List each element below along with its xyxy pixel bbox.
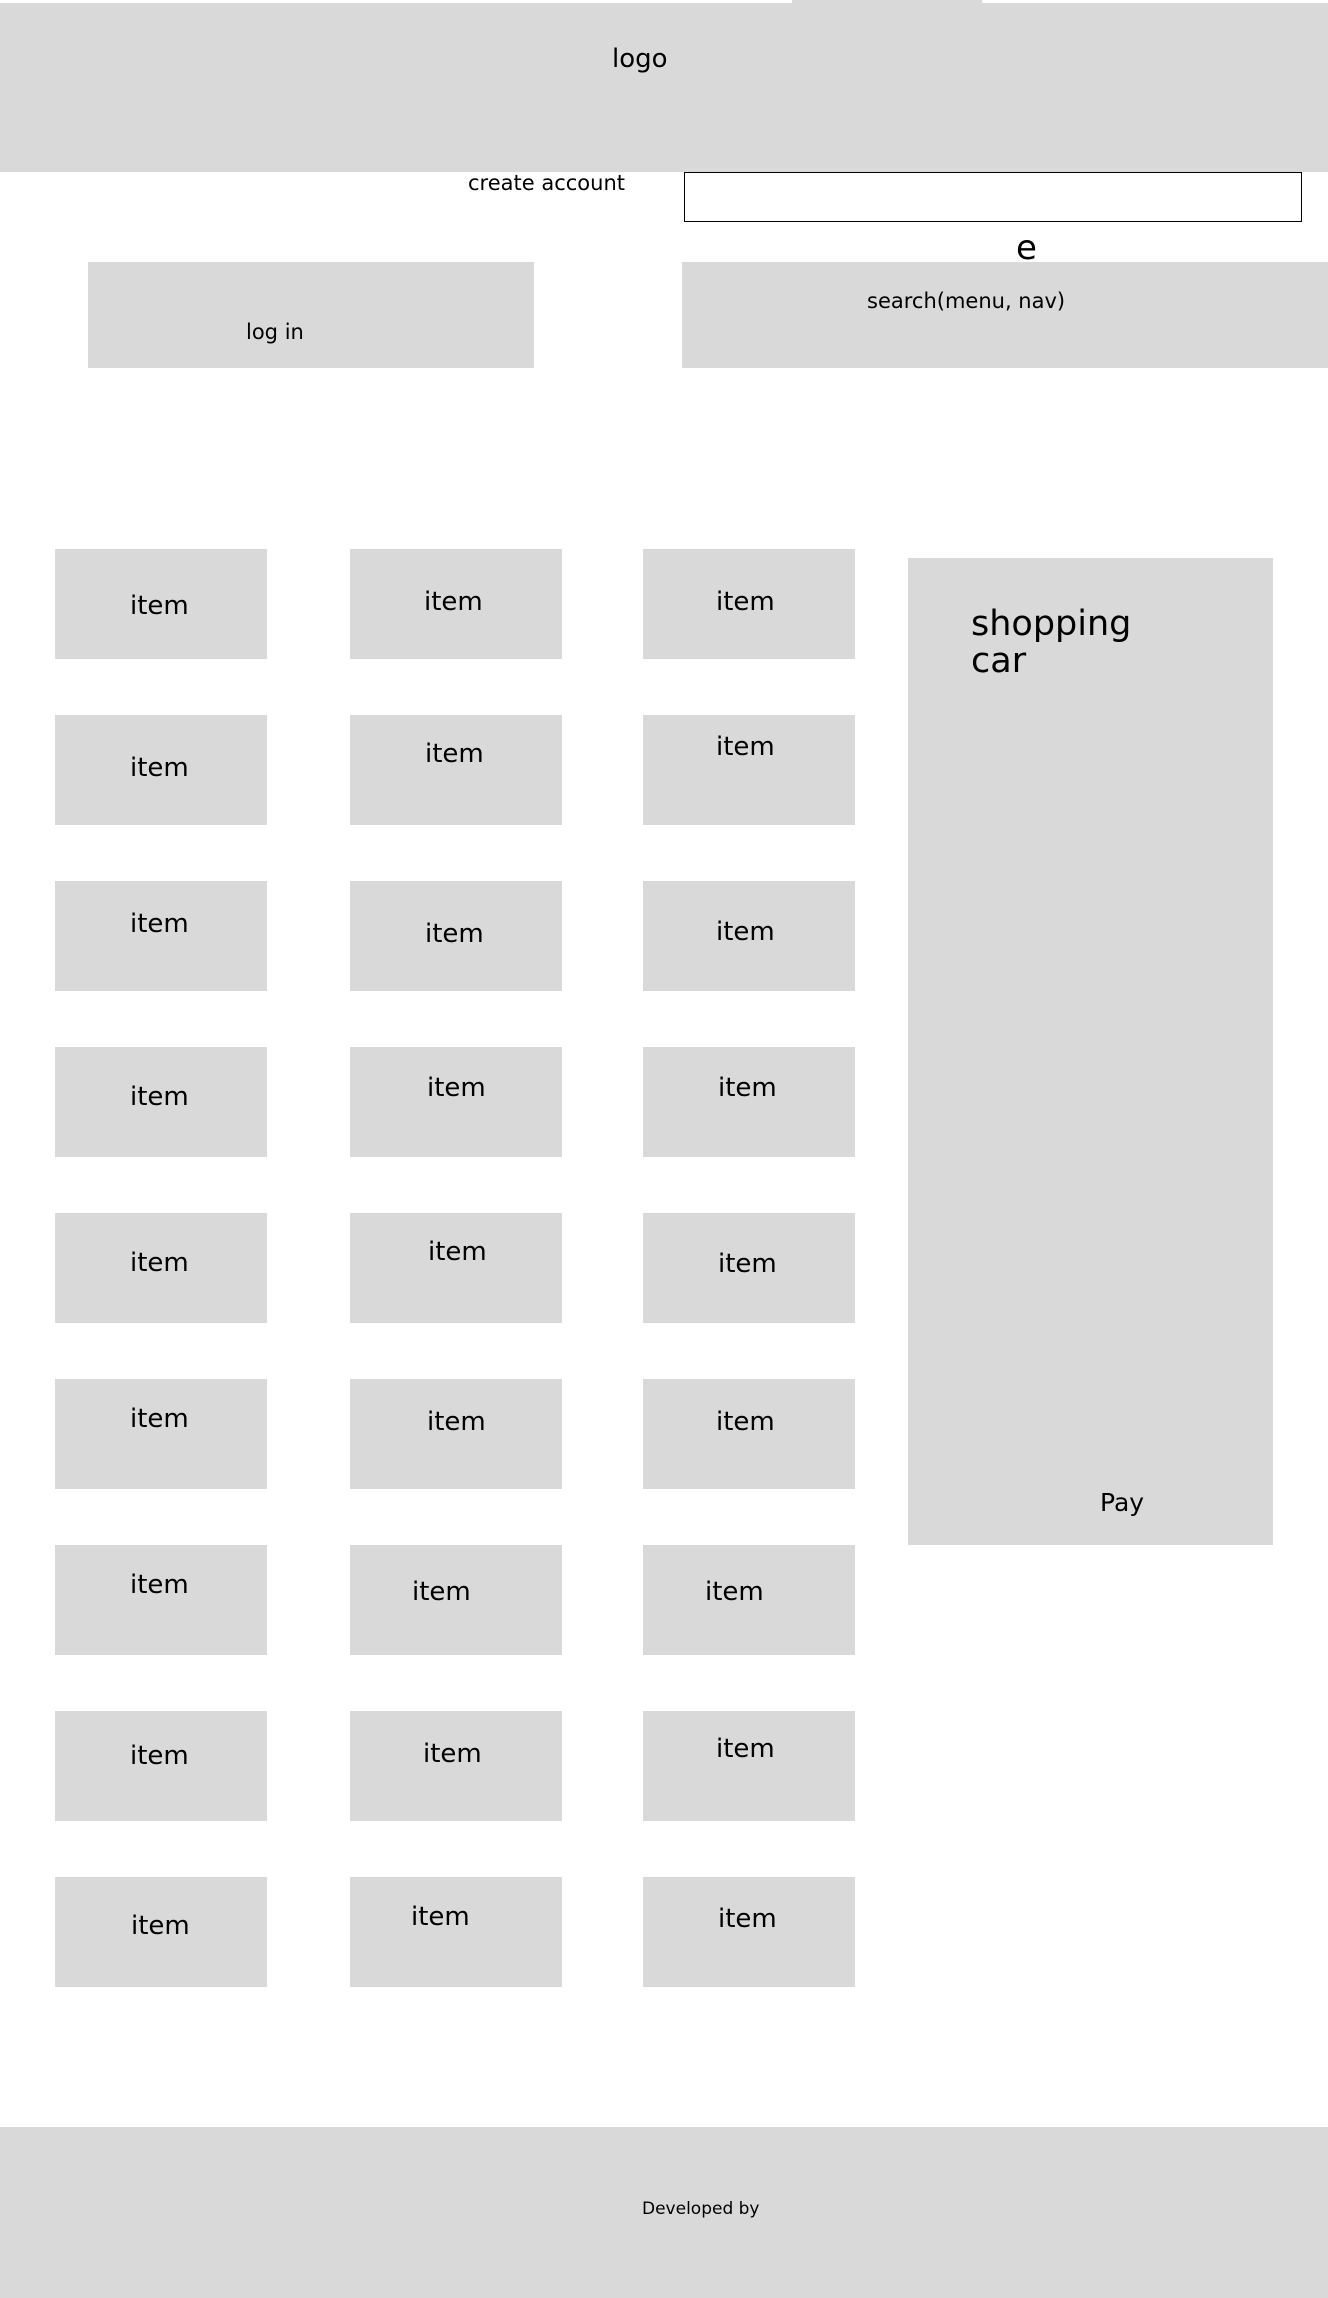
item-card-label: item (423, 1739, 482, 1769)
item-card-label: item (130, 1741, 189, 1771)
item-card-label: item (130, 909, 189, 939)
item-card-label: item (130, 1570, 189, 1600)
item-card[interactable] (350, 1213, 562, 1323)
item-card-label: item (716, 732, 775, 762)
item-card-label: item (130, 753, 189, 783)
item-card-label: item (130, 591, 189, 621)
item-card-label: item (716, 1407, 775, 1437)
item-card-label: item (718, 1904, 777, 1934)
search-nav-area[interactable] (682, 262, 1328, 368)
item-card-label: item (425, 919, 484, 949)
item-card-label: item (424, 587, 483, 617)
item-card-label: item (130, 1248, 189, 1278)
item-card-label: item (718, 1249, 777, 1279)
item-card-label: item (718, 1073, 777, 1103)
header-bar (0, 3, 1328, 172)
shopping-cart-title: shopping car (971, 604, 1132, 681)
item-card-label: item (411, 1902, 470, 1932)
item-card-label: item (427, 1073, 486, 1103)
logo[interactable]: logo (612, 44, 668, 74)
log-in-button[interactable] (88, 262, 534, 368)
pay-button[interactable]: Pay (1100, 1488, 1144, 1517)
item-card-label: item (412, 1577, 471, 1607)
shopping-cart-panel (908, 558, 1273, 1545)
item-card[interactable] (350, 1877, 562, 1987)
item-card-label: item (705, 1577, 764, 1607)
item-card-label: item (130, 1404, 189, 1434)
item-card-label: item (131, 1911, 190, 1941)
search-input[interactable] (684, 172, 1302, 222)
item-card-label: item (425, 739, 484, 769)
item-card-label: item (130, 1082, 189, 1112)
item-card-label: item (716, 587, 775, 617)
item-card-label: item (716, 917, 775, 947)
item-card[interactable] (643, 1711, 855, 1821)
log-in-label: log in (246, 320, 304, 344)
item-card[interactable] (55, 1379, 267, 1489)
item-card-label: item (716, 1734, 775, 1764)
item-card-label: item (427, 1407, 486, 1437)
item-card[interactable] (55, 1545, 267, 1655)
create-account-link[interactable]: create account (468, 171, 625, 195)
search-nav-label: search(menu, nav) (867, 289, 1066, 313)
item-card-label: item (428, 1237, 487, 1267)
item-card[interactable] (350, 715, 562, 825)
header-top-tab (792, 0, 982, 6)
developed-by-text: Developed by (642, 2199, 760, 2219)
